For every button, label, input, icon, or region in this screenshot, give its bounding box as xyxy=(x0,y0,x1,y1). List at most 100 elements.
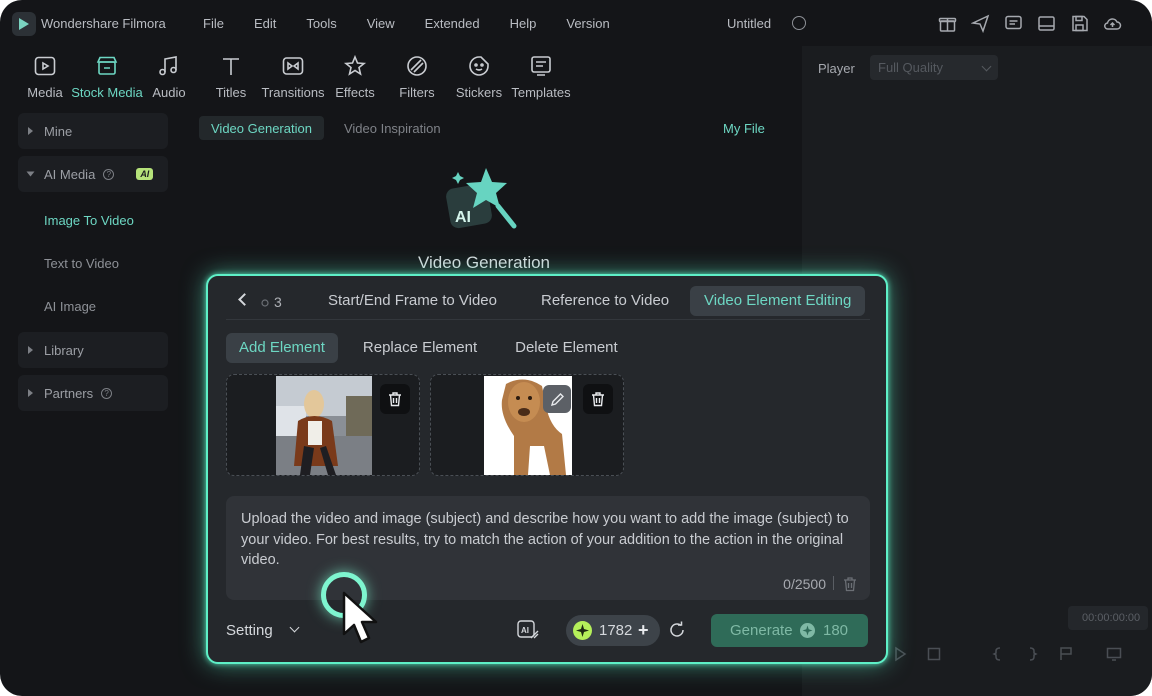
layout-icon[interactable] xyxy=(1037,14,1056,33)
refresh-icon[interactable] xyxy=(668,621,686,639)
source-video-card[interactable] xyxy=(226,374,420,476)
stop-icon[interactable] xyxy=(926,646,942,662)
divider xyxy=(833,576,834,590)
menu-version[interactable]: Version xyxy=(566,16,609,31)
tool-stickers[interactable]: Stickers xyxy=(448,52,510,100)
sidebar-item-ai-image[interactable]: AI Image xyxy=(18,285,168,328)
filters-icon xyxy=(407,56,427,76)
help-icon[interactable]: ? xyxy=(103,168,115,180)
sidebar-item-library[interactable]: Library xyxy=(18,332,168,368)
ai-magic-star-icon: AI xyxy=(446,168,517,229)
tool-templates[interactable]: Templates xyxy=(510,52,572,100)
video-element-editing-dialog: 3 Start/End Frame to Video Reference to … xyxy=(206,274,888,664)
credits-balance[interactable]: 1782 + xyxy=(566,615,660,646)
pencil-icon xyxy=(550,392,564,406)
char-counter: 0/2500 xyxy=(783,576,826,592)
transitions-icon xyxy=(282,57,304,75)
play-icon[interactable] xyxy=(892,646,908,662)
svg-text:AI: AI xyxy=(521,626,529,635)
replace-element-tab[interactable]: Replace Element xyxy=(350,333,490,363)
svg-text:AI: AI xyxy=(455,209,471,226)
divider xyxy=(226,319,870,320)
credit-coin-icon xyxy=(800,623,815,638)
sidebar-item-image-to-video[interactable]: Image To Video xyxy=(18,199,168,242)
templates-icon xyxy=(531,56,551,76)
tool-effects[interactable]: Effects xyxy=(324,52,386,100)
menu-help[interactable]: Help xyxy=(510,16,537,31)
trash-icon xyxy=(389,392,401,407)
caret-right-icon xyxy=(28,389,33,397)
ai-prompt-icon[interactable]: AI xyxy=(516,618,540,642)
save-icon[interactable] xyxy=(1070,14,1089,33)
mark-in-icon[interactable] xyxy=(990,646,1006,662)
edit-image-button[interactable] xyxy=(543,385,571,413)
setting-dropdown[interactable]: Setting xyxy=(226,622,273,639)
element-mode-tabs: Add Element Replace Element Delete Eleme… xyxy=(226,333,643,363)
quality-select[interactable]: Full Quality xyxy=(870,55,998,80)
sidebar-item-ai-media[interactable]: AI Media ? AI xyxy=(18,156,168,192)
menu-edit[interactable]: Edit xyxy=(254,16,276,31)
marker-icon[interactable] xyxy=(1058,646,1074,662)
stock-media-icon xyxy=(96,56,118,75)
tool-filters[interactable]: Filters xyxy=(386,52,448,100)
tool-titles[interactable]: Titles xyxy=(200,52,262,100)
tab-video-element-editing[interactable]: Video Element Editing xyxy=(690,286,866,316)
player-controls xyxy=(892,646,1122,662)
tab-video-inspiration[interactable]: Video Inspiration xyxy=(332,116,453,140)
clear-prompt-icon[interactable] xyxy=(842,576,858,592)
caret-right-icon xyxy=(28,346,33,354)
delete-element-tab[interactable]: Delete Element xyxy=(502,333,631,363)
tab-video-generation[interactable]: Video Generation xyxy=(199,116,324,140)
chevron-left-icon[interactable] xyxy=(238,293,251,306)
add-credits-icon[interactable]: + xyxy=(638,620,649,641)
menu-extended[interactable]: Extended xyxy=(425,16,480,31)
tab-page-indicator: 3 xyxy=(261,294,282,310)
title-actions xyxy=(938,14,1122,34)
send-icon[interactable] xyxy=(970,14,990,34)
filmora-logo-icon xyxy=(12,12,36,36)
cloud-upload-icon[interactable] xyxy=(1103,14,1122,33)
source-video-thumbnail xyxy=(276,376,372,475)
chevron-down-icon xyxy=(981,61,992,72)
subject-image-card[interactable] xyxy=(430,374,624,476)
menu-file[interactable]: File xyxy=(203,16,224,31)
generate-button[interactable]: Generate 180 xyxy=(711,614,868,647)
menu-bar: File Edit Tools View Extended Help Versi… xyxy=(203,16,640,31)
sidebar: Mine AI Media ? AI Image To Video Text t… xyxy=(18,113,168,418)
delete-video-button[interactable] xyxy=(380,384,410,414)
my-file-link[interactable]: My File xyxy=(723,121,765,136)
chevron-down-icon[interactable] xyxy=(289,622,300,633)
sidebar-item-partners[interactable]: Partners ? xyxy=(18,375,168,411)
menu-tools[interactable]: Tools xyxy=(306,16,336,31)
app-name: Wondershare Filmora xyxy=(41,16,166,31)
caret-down-icon xyxy=(26,171,35,177)
document-title: Untitled xyxy=(727,16,772,31)
tool-transitions[interactable]: Transitions xyxy=(261,52,325,100)
center-tabs: Video Generation Video Inspiration xyxy=(199,116,461,140)
tool-stock-media[interactable]: Stock Media xyxy=(71,52,143,100)
sidebar-item-text-to-video[interactable]: Text to Video xyxy=(18,242,168,285)
sidebar-item-mine[interactable]: Mine xyxy=(18,113,168,149)
mouse-cursor-icon xyxy=(342,591,378,644)
add-element-tab[interactable]: Add Element xyxy=(226,333,338,363)
dialog-tab-bar: 3 Start/End Frame to Video Reference to … xyxy=(226,286,872,318)
prompt-placeholder: Upload the video and image (subject) and… xyxy=(241,511,849,568)
media-icon xyxy=(34,56,56,76)
menu-view[interactable]: View xyxy=(367,16,395,31)
mark-out-icon[interactable] xyxy=(1024,646,1040,662)
tool-media[interactable]: Media xyxy=(14,52,76,100)
feedback-icon[interactable] xyxy=(1004,14,1023,33)
caret-right-icon xyxy=(28,127,33,135)
save-status-icon xyxy=(792,16,806,30)
tool-audio[interactable]: Audio xyxy=(138,52,200,100)
help-icon[interactable]: ? xyxy=(101,387,113,399)
player-label: Player xyxy=(818,61,855,76)
ai-badge: AI xyxy=(136,168,154,180)
tab-reference-to-video[interactable]: Reference to Video xyxy=(527,286,683,316)
main-toolbar: Media Stock Media Audio Titles Transitio… xyxy=(14,52,572,100)
delete-image-button[interactable] xyxy=(583,384,613,414)
screen-icon[interactable] xyxy=(1106,646,1122,662)
tab-start-end-frame[interactable]: Start/End Frame to Video xyxy=(314,286,511,316)
gift-icon[interactable] xyxy=(938,14,957,33)
credit-coin-icon xyxy=(573,621,592,640)
